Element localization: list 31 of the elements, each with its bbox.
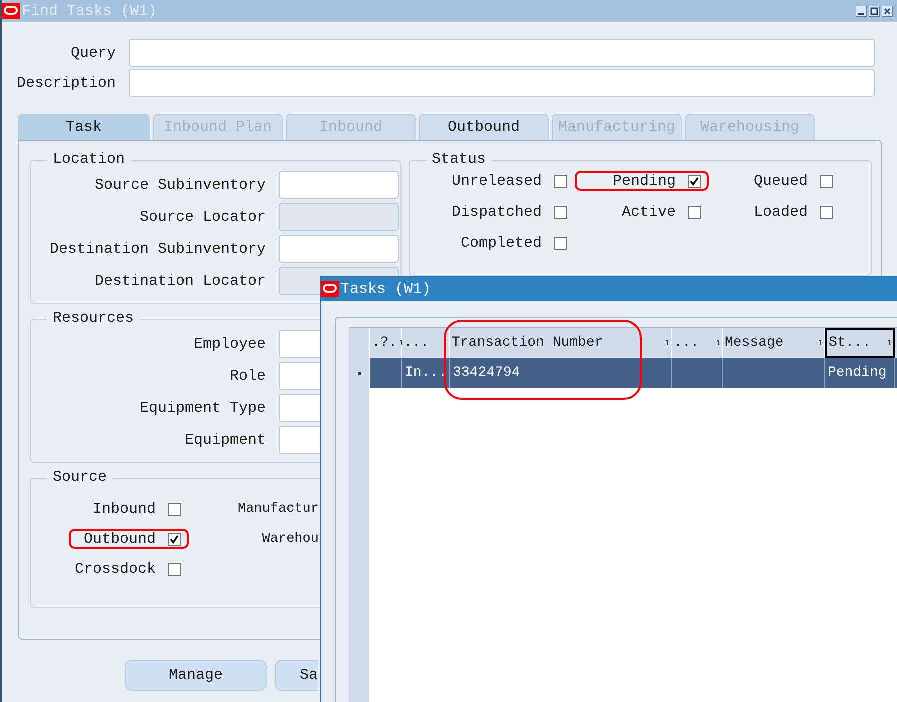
group-title: Location: [52, 153, 126, 167]
checkbox-label: Completed: [460, 234, 542, 252]
field-label: Equipment: [184, 432, 266, 448]
checkbox-label: Dispatched: [452, 204, 542, 220]
group-title: Resources: [52, 312, 136, 326]
field-label: Equipment Type: [138, 400, 266, 416]
field-label: Source Locator: [138, 208, 266, 226]
field-label: Description: [16, 74, 116, 92]
window-title: Tasks (W1): [341, 280, 432, 298]
table-cell: 33424794: [450, 358, 672, 388]
table-cell: In...: [402, 358, 450, 388]
checkbox-label: Warehou: [262, 532, 319, 546]
checkbox-label: Crossdock: [74, 560, 156, 578]
group-title: Source: [52, 471, 108, 485]
field-label: Destination Subinventory: [48, 240, 266, 258]
field-label: Role: [228, 368, 266, 384]
field-label: Destination Locator: [94, 272, 266, 290]
checkbox-label: Queued: [754, 172, 808, 190]
checkbox-label: Active: [622, 204, 676, 220]
field-label: Employee: [192, 336, 266, 352]
window-title: Find Tasks (W1): [22, 2, 158, 20]
checkbox-label: Unreleased: [452, 172, 542, 190]
checkbox-label: Loaded: [754, 204, 808, 220]
field-label: Query: [70, 44, 116, 62]
checkbox-label: Outbound: [84, 530, 156, 548]
field-label: Source Subinventory: [94, 176, 266, 194]
group-title: Status: [431, 153, 488, 167]
checkbox-label: Manufactur: [238, 502, 319, 516]
table-cell: Pending: [825, 358, 895, 388]
checkbox-label: Pending: [612, 172, 676, 190]
checkbox-label: Inbound: [92, 500, 156, 518]
